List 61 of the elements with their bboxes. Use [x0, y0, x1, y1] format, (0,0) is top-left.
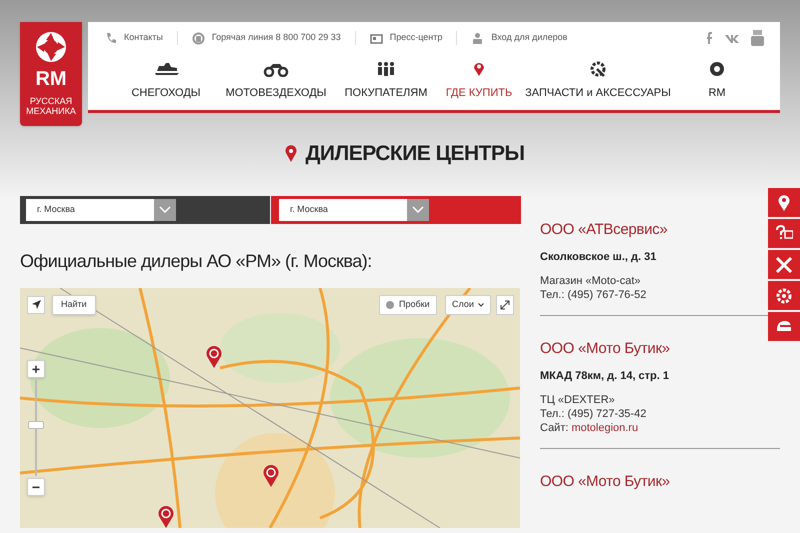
facebook-icon [706, 32, 713, 44]
nav-item[interactable]: RM [682, 54, 752, 110]
find-button[interactable]: Найти [52, 294, 96, 314]
logo[interactable]: RM РУССКАЯ МЕХАНИКА [20, 22, 82, 126]
nav-item[interactable]: ПОКУПАТЕЛЯМ [342, 54, 430, 110]
side-tab-button[interactable] [768, 188, 800, 217]
dealer-address: МКАД 78км, д. 14, стр. 1 [540, 369, 670, 384]
nav-item[interactable]: ГДЕ КУПИТЬ [444, 54, 514, 110]
top-link[interactable]: Пресс-центр [390, 31, 442, 45]
select-field[interactable]: г. Москва [279, 198, 429, 220]
phone-icon [104, 32, 117, 44]
side-tab-button[interactable] [768, 312, 800, 341]
page-title: ДИЛЕРСКИЕ ЦЕНТРЫ [305, 141, 525, 167]
dealer-info: Тел.: (495) 727-35-42 [540, 406, 648, 420]
map-marker-icon [158, 506, 174, 528]
site-label: Сайт: [540, 420, 568, 434]
map-pin-icon [285, 145, 298, 162]
zoom-out-button[interactable]: − [27, 478, 45, 496]
nav-item[interactable]: СНЕГОХОДЫ [122, 54, 210, 110]
map-marker-icon [206, 346, 222, 368]
circle-icon [386, 300, 394, 308]
section-heading: Официальные дилеры АО «РМ» (г. Москва): [20, 250, 373, 273]
logo-mark: RM [35, 68, 67, 90]
dealer-info: Магазин «Moto-cat» [540, 274, 642, 288]
dealer-name[interactable]: ООО «Мото Бутик» [540, 470, 670, 493]
top-link[interactable]: Горячая линия 8 800 700 29 33 [212, 31, 341, 45]
layers-button[interactable]: Слои [445, 294, 491, 314]
fullscreen-button[interactable] [496, 294, 514, 314]
gear-icon [775, 286, 793, 304]
caret-icon [478, 302, 484, 306]
tools-icon [775, 256, 793, 274]
dealer-info: ТЦ «DEXTER» [540, 392, 616, 406]
locate-button[interactable] [27, 296, 45, 314]
nav-item[interactable]: МОТОВЕЗДЕХОДЫ [224, 54, 328, 110]
expand-icon [500, 300, 510, 310]
dealer-address: Сколковское ш., д. 31 [540, 250, 658, 265]
person-icon [471, 32, 484, 44]
top-link[interactable]: Контакты [124, 31, 163, 45]
select-field[interactable]: г. Москва [26, 198, 176, 220]
arrow-icon [32, 300, 40, 309]
zoom-in-button[interactable]: + [27, 360, 45, 378]
nav-item[interactable]: ЗАПЧАСТИ и АКСЕССУАРЫ [528, 54, 668, 110]
website-link[interactable]: motolegion.ru [571, 420, 638, 434]
snowmobile-icon [153, 61, 179, 77]
side-tab-button[interactable] [768, 281, 800, 310]
logo-text: РУССКАЯ МЕХАНИКА [25, 96, 77, 116]
side-tab-button[interactable] [768, 250, 800, 279]
headset-icon [192, 32, 205, 44]
quad-bike-icon [263, 61, 289, 77]
side-tab-button[interactable] [768, 219, 800, 248]
dealer-name[interactable]: ООО «Мото Бутик» [540, 338, 670, 360]
vk-icon [725, 34, 739, 42]
map[interactable]: Найти Пробки Слои + − [20, 288, 520, 528]
dealer-info: Тел.: (495) 767-76-52 [540, 288, 648, 302]
dealer-name[interactable]: ООО «АТВсервис» [540, 218, 668, 241]
map-marker-icon [263, 464, 279, 486]
top-link[interactable]: Вход для дилеров [491, 31, 568, 45]
traffic-button[interactable]: Пробки [379, 294, 437, 314]
newspaper-icon [370, 32, 383, 44]
chevron-down-icon [412, 206, 424, 213]
chevron-down-icon [159, 206, 171, 213]
